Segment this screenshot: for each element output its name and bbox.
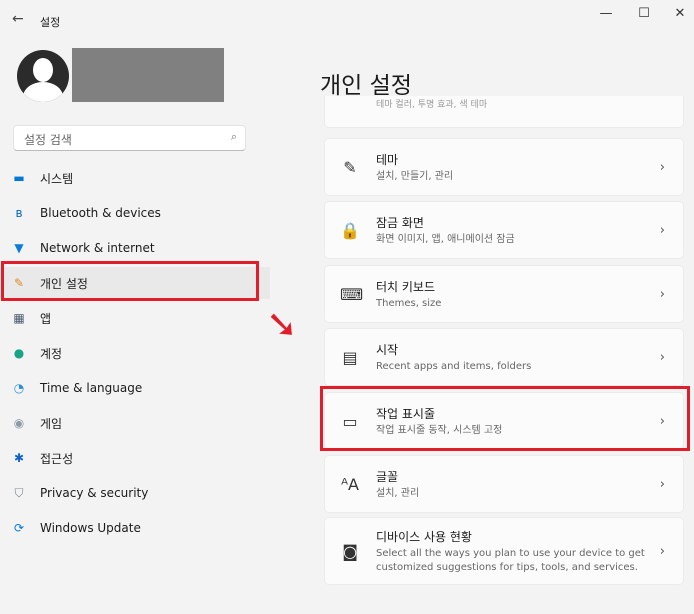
sidebar-item-label: 게임: [40, 416, 63, 431]
sidebar-item-label: 앱: [40, 311, 52, 326]
sidebar-item-label: 접근성: [40, 451, 74, 466]
card-title: 잠금 화면: [376, 215, 424, 230]
sidebar-icon: ◉: [13, 416, 25, 430]
redacted-username: [72, 48, 224, 102]
card-title: 디바이스 사용 현황: [376, 529, 472, 544]
chevron-right-icon: ›: [659, 222, 665, 238]
chevron-right-icon: ›: [659, 159, 665, 175]
sidebar-item-10[interactable]: ⟳ Windows Update: [0, 512, 270, 544]
sidebar-icon: ▦: [13, 311, 25, 325]
sidebar-icon: ▼: [14, 241, 24, 255]
minimize-button[interactable]: —: [596, 6, 616, 21]
theme-icon: ✎: [343, 157, 357, 177]
device-usage-icon: ◙: [342, 541, 358, 561]
chevron-right-icon: ›: [659, 286, 665, 302]
sidebar-icon: ◔: [13, 381, 25, 395]
lock-screen-icon: 🔒: [340, 220, 360, 240]
sidebar-item-label: Bluetooth & devices: [40, 206, 161, 220]
sidebar-item-0[interactable]: ▬ 시스템: [0, 162, 270, 194]
maximize-button[interactable]: ☐: [634, 6, 654, 21]
card-subtitle: Recent apps and items, folders: [376, 360, 532, 372]
card-title: 시작: [376, 342, 399, 357]
sidebar-item-1[interactable]: ʙ Bluetooth & devices: [0, 197, 270, 229]
card-fonts[interactable]: ᴬA 글꼴설치, 관리 ›: [324, 455, 684, 513]
sidebar-icon: ʙ: [15, 206, 23, 220]
sidebar-item-8[interactable]: ✱ 접근성: [0, 442, 270, 474]
card-touch-keyboard[interactable]: ⌨ 터치 키보드 Themes, size ›: [324, 265, 684, 323]
sidebar-item-7[interactable]: ◉ 게임: [0, 407, 270, 439]
sidebar-icon: ▬: [13, 171, 25, 185]
card-subtitle: 설치, 만들기, 관리: [376, 170, 454, 182]
sidebar-item-label: Time & language: [40, 381, 143, 395]
avatar[interactable]: [17, 50, 69, 102]
card-colors-partial[interactable]: 테마 컬러, 투명 효과, 색 테마: [324, 96, 684, 128]
page-title: 개인 설정: [320, 73, 412, 99]
search-input[interactable]: 설정 검색 ⌕: [13, 125, 246, 151]
sidebar-icon: ●: [13, 346, 25, 360]
highlight-box-personalization: [1, 261, 259, 301]
sidebar-item-2[interactable]: ▼ Network & internet: [0, 232, 270, 264]
back-button[interactable]: ←: [12, 11, 24, 27]
sidebar-item-label: Privacy & security: [40, 486, 149, 500]
card-subtitle: 설치, 관리: [376, 487, 420, 499]
sidebar-icon: ⛉: [14, 485, 24, 500]
fonts-icon: ᴬA: [341, 474, 359, 494]
sidebar-icon: ✱: [13, 451, 25, 465]
sidebar-item-label: Windows Update: [40, 521, 141, 535]
sidebar-item-label: 시스템: [40, 171, 74, 186]
card-start[interactable]: ▤ 시작 Recent apps and items, folders ›: [324, 328, 684, 386]
sidebar-icon: ⟳: [13, 521, 25, 535]
chevron-right-icon: ›: [659, 349, 665, 365]
card-title: 글꼴: [376, 469, 399, 484]
highlight-box-taskbar: [320, 386, 690, 451]
card-subtitle: 테마 컬러, 투명 효과, 색 테마: [376, 99, 488, 110]
arrow-icon: ➘: [266, 302, 298, 346]
search-icon: ⌕: [230, 130, 237, 143]
card-theme[interactable]: ✎ 테마설치, 만들기, 관리 ›: [324, 138, 684, 196]
sidebar-item-label: Network & internet: [40, 241, 155, 255]
close-button[interactable]: ✕: [670, 6, 690, 21]
sidebar-item-4[interactable]: ▦ 앱: [0, 302, 270, 334]
card-title: 테마: [376, 152, 399, 167]
chevron-right-icon: ›: [659, 543, 665, 559]
card-subtitle: Themes, size: [376, 297, 442, 309]
sidebar-item-5[interactable]: ● 계정: [0, 337, 270, 369]
start-icon: ▤: [342, 347, 358, 367]
card-subtitle: Select all the ways you plan to use your…: [376, 547, 645, 573]
window-title: 설정: [40, 16, 61, 29]
card-device-usage[interactable]: ◙ 디바이스 사용 현황 Select all the ways you plan …: [324, 517, 684, 585]
card-subtitle: 화면 이미지, 앱, 애니메이션 잠금: [376, 233, 515, 245]
search-placeholder: 설정 검색: [24, 133, 72, 147]
sidebar-item-6[interactable]: ◔ Time & language: [0, 372, 270, 404]
card-title: 터치 키보드: [376, 279, 436, 294]
touch-keyboard-icon: ⌨: [340, 284, 364, 304]
sidebar-item-label: 계정: [40, 346, 63, 361]
card-lock-screen[interactable]: 🔒 잠금 화면화면 이미지, 앱, 애니메이션 잠금 ›: [324, 201, 684, 259]
chevron-right-icon: ›: [659, 476, 665, 492]
sidebar-item-9[interactable]: ⛉ Privacy & security: [0, 477, 270, 509]
